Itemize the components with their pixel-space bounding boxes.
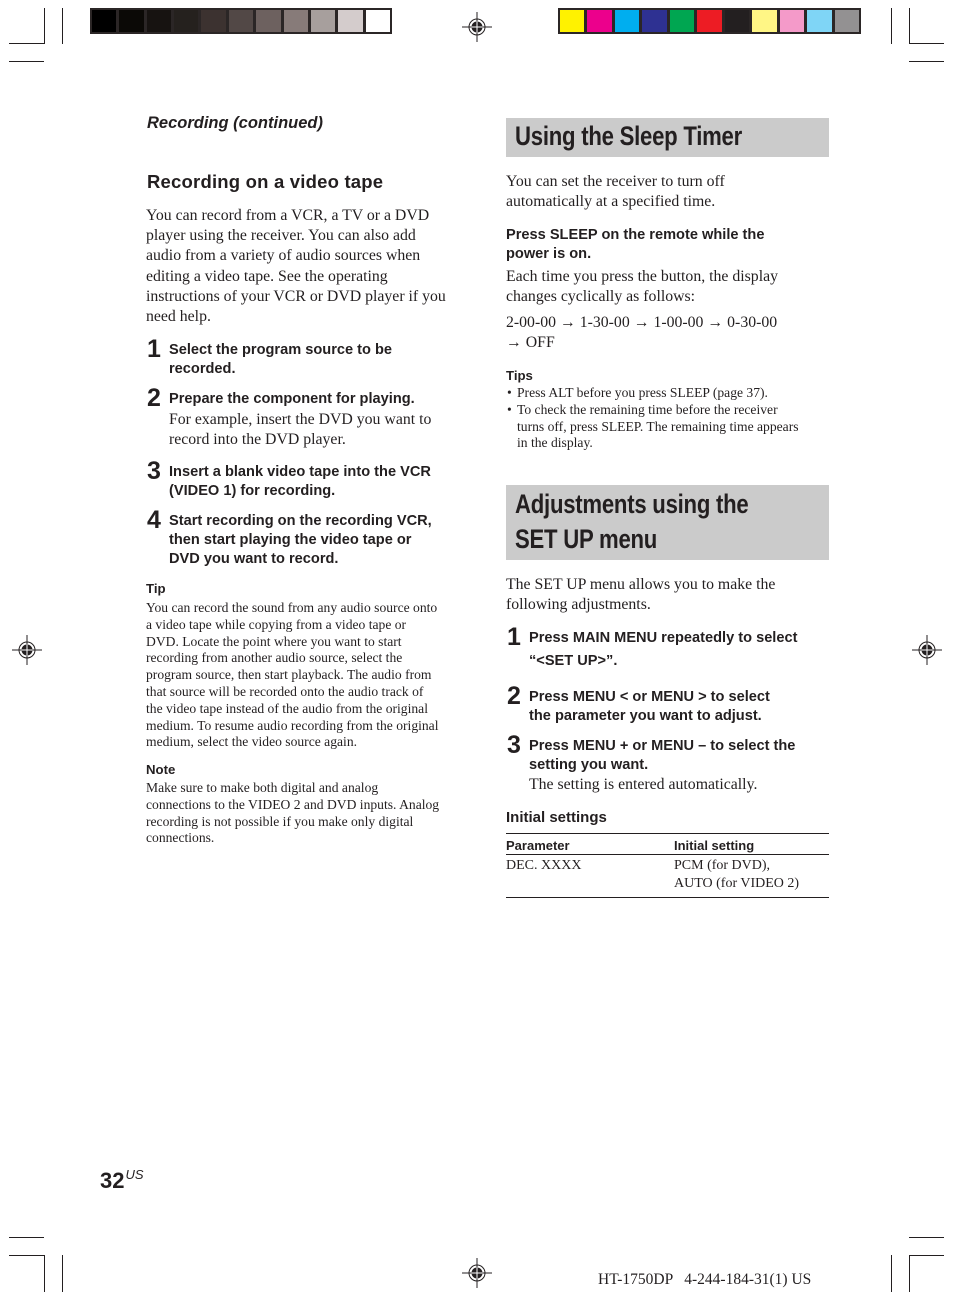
- recording-step-3: 3 Insert a blank video tape into the VCR…: [147, 457, 477, 501]
- gray-swatch: [201, 10, 226, 32]
- color-swatch: [752, 10, 777, 32]
- sleep-detail: Each time you press the button, the disp…: [506, 268, 779, 306]
- step-title: Press MENU < or MENU > to select the par…: [529, 689, 770, 725]
- setup-step-1: 1 Press MAIN MENU repeatedly to select “…: [507, 623, 832, 673]
- section-title-recording: Recording on a video tape: [147, 171, 384, 192]
- text-line: player using the receiver. You can also …: [146, 227, 416, 245]
- step-title: Start recording on the recording VCR, th…: [169, 513, 432, 568]
- tips-label: Tips: [506, 368, 533, 383]
- step-number: 1: [507, 623, 521, 651]
- table-header-row: Parameter Initial setting: [506, 833, 829, 855]
- setup-step-2: 2 Press MENU < or MENU > to select the p…: [507, 682, 832, 726]
- cell-parameter: DEC. XXXX: [506, 858, 582, 873]
- color-swatch: [560, 10, 585, 32]
- cycle-value: 1-00-00: [653, 314, 704, 331]
- page-number: 32US: [100, 1167, 144, 1194]
- column-header-parameter: Parameter: [506, 833, 674, 855]
- registration-mark-icon: [462, 1258, 492, 1288]
- table-row: DEC. XXXX PCM (for DVD), AUTO (for VIDEO…: [506, 855, 829, 898]
- section-banner-setup-menu: Adjustments using the SET UP menu: [506, 485, 829, 560]
- gray-swatch: [146, 10, 172, 32]
- page-number-suffix: US: [125, 1167, 144, 1182]
- initial-settings-label: Initial settings: [506, 809, 607, 826]
- step-title: Prepare the component for playing.: [169, 391, 415, 407]
- color-swatch: [834, 10, 859, 32]
- cycle-value: 0-30-00: [727, 314, 778, 331]
- text-line: You can record from a VCR, a TV or a DVD: [146, 207, 430, 224]
- color-swatch: [669, 10, 695, 32]
- tip-text: You can record the sound from any audio …: [146, 600, 439, 750]
- column-header-initial-setting: Initial setting: [674, 833, 829, 855]
- text-line: instructions of your VCR or DVD player i…: [146, 287, 446, 305]
- step-number: 2: [507, 682, 521, 710]
- color-swatch: [587, 10, 612, 32]
- step-title: Insert a blank video tape into the VCR (…: [169, 464, 431, 500]
- note-label: Note: [146, 762, 176, 777]
- step-number: 1: [147, 335, 161, 363]
- sleep-instruction: Press SLEEP on the remote while the powe…: [506, 227, 765, 262]
- text-line: need help.: [146, 308, 211, 326]
- registration-mark-icon: [12, 635, 42, 665]
- arrow-right-icon: →: [506, 334, 522, 352]
- process-color-bar: [558, 8, 861, 34]
- gray-swatch: [256, 10, 281, 32]
- registration-mark-icon: [912, 635, 942, 665]
- cell-initial-setting: PCM (for DVD), AUTO (for VIDEO 2): [674, 858, 800, 891]
- recording-intro: You can record from a VCR, a TV or a DVD…: [146, 206, 476, 327]
- gray-swatch: [338, 10, 363, 32]
- section-title-sleep-timer: Using the Sleep Timer: [515, 121, 742, 151]
- cycle-value: 1-30-00: [579, 314, 630, 331]
- gray-swatch: [283, 10, 308, 32]
- initial-settings-table: Parameter Initial setting DEC. XXXX PCM …: [506, 833, 829, 898]
- section-title-setup-line-1: Adjustments using the: [515, 489, 749, 519]
- gray-swatch: [365, 10, 390, 32]
- step-number: 4: [147, 506, 161, 534]
- color-swatch: [642, 10, 667, 32]
- arrow-right-icon: →: [707, 314, 724, 331]
- gray-swatch: [92, 10, 117, 32]
- cycle-value: 2-00-00: [506, 314, 557, 331]
- text-line: audio from a variety of audio sources wh…: [146, 247, 421, 265]
- color-swatch: [614, 10, 640, 32]
- step-number: 3: [507, 731, 521, 759]
- step-title: Press MAIN MENU repeatedly to select “<S…: [529, 630, 798, 669]
- registration-mark-icon: [462, 12, 492, 42]
- recording-step-2: 2 Prepare the component for playing. For…: [147, 384, 477, 451]
- gray-swatch: [119, 10, 144, 32]
- arrow-right-icon: →: [559, 314, 576, 331]
- gray-swatch: [310, 10, 336, 32]
- grayscale-color-bar: [90, 8, 392, 34]
- tip-item: To check the remaining time before the r…: [506, 402, 831, 452]
- running-head: Recording (continued): [147, 114, 323, 132]
- page-number-value: 32: [100, 1168, 125, 1193]
- text-line: editing a video tape. See the operating: [146, 267, 388, 285]
- sleep-tips-list: Press ALT before you press SLEEP (page 3…: [506, 385, 831, 452]
- setup-step-3: 3 Press MENU + or MENU – to select the s…: [507, 731, 832, 796]
- setup-intro: The SET UP menu allows you to make the f…: [506, 576, 776, 614]
- step-title: Press MENU + or MENU – to select the set…: [529, 738, 796, 774]
- color-swatch: [697, 10, 722, 32]
- step-detail: For example, insert the DVD you want to …: [169, 411, 432, 449]
- step-detail: The setting is entered automatically.: [529, 776, 758, 794]
- gray-swatch: [228, 10, 254, 32]
- recording-step-4: 4 Start recording on the recording VCR, …: [147, 506, 477, 570]
- section-banner-sleep-timer: Using the Sleep Timer: [506, 118, 829, 157]
- step-title: Select the program source to be recorded…: [169, 342, 393, 378]
- tip-label: Tip: [146, 581, 166, 596]
- color-swatch: [779, 10, 805, 32]
- cycle-value: OFF: [525, 334, 555, 352]
- arrow-right-icon: →: [633, 314, 650, 331]
- recording-step-1: 1 Select the program source to be record…: [147, 335, 477, 379]
- step-number: 3: [147, 457, 161, 485]
- section-title-setup-line-2: SET UP menu: [515, 524, 658, 554]
- sleep-intro: You can set the receiver to turn off aut…: [506, 173, 725, 211]
- tip-item: Press ALT before you press SLEEP (page 3…: [506, 385, 831, 402]
- color-swatch: [724, 10, 750, 32]
- gray-swatch: [174, 10, 199, 32]
- sleep-cycle-sequence: 2-00-00 → 1-30-00 → 1-00-00 → 0-30-00 → …: [506, 313, 831, 353]
- step-number: 2: [147, 384, 161, 412]
- note-text: Make sure to make both digital and analo…: [146, 780, 440, 846]
- model-code: HT-1750DP 4-244-184-31(1) US: [598, 1271, 812, 1288]
- color-swatch: [807, 10, 832, 32]
